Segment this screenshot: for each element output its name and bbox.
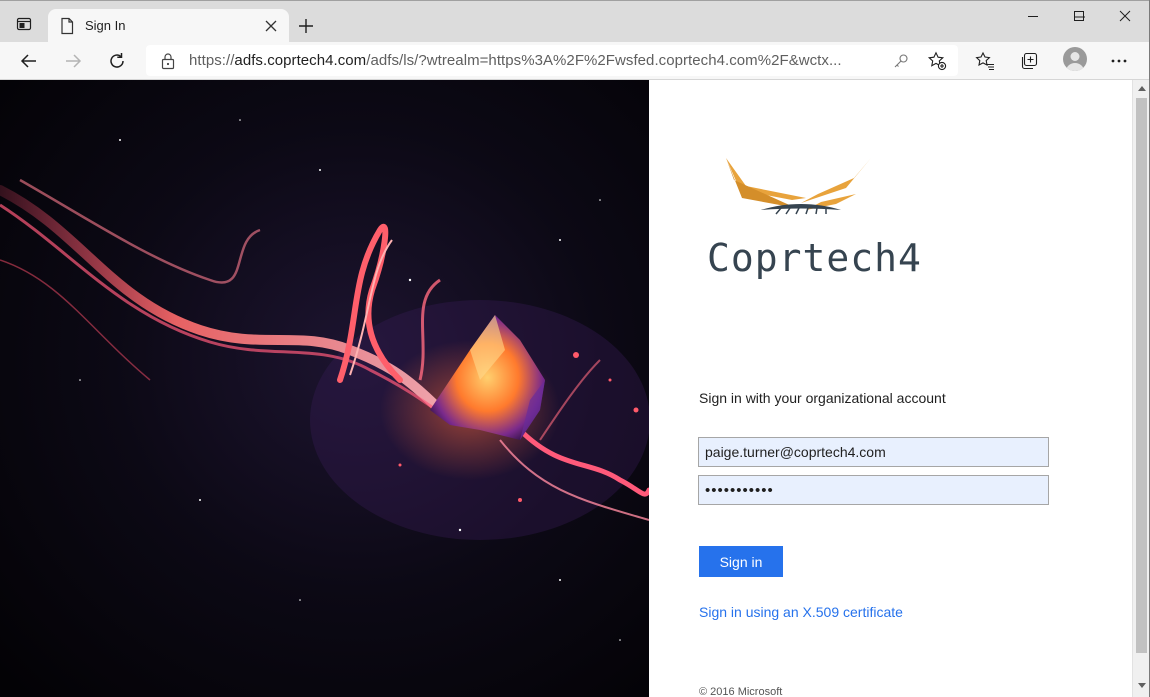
background-illustration bbox=[0, 80, 649, 697]
tab-actions-icon[interactable] bbox=[12, 12, 36, 36]
page-content: Coprtech4 Sign in with your organization… bbox=[0, 80, 1132, 697]
tab-title: Sign In bbox=[85, 18, 126, 33]
key-icon[interactable] bbox=[890, 50, 912, 72]
star-plus-icon[interactable] bbox=[926, 50, 948, 72]
address-bar[interactable]: https://adfs.coprtech4.com/adfs/ls/?wtre… bbox=[146, 45, 958, 76]
sign-in-button[interactable]: Sign in bbox=[699, 546, 783, 577]
browser-toolbar: https://adfs.coprtech4.com/adfs/ls/?wtre… bbox=[0, 42, 1150, 80]
url-path: /adfs/ls/?wtrealm=https%3A%2F%2Fwsfed.co… bbox=[366, 52, 842, 69]
favorites-icon[interactable] bbox=[971, 47, 999, 75]
scroll-up-icon[interactable] bbox=[1133, 80, 1150, 96]
close-window-button[interactable] bbox=[1102, 2, 1148, 30]
back-arrow-icon[interactable] bbox=[15, 47, 43, 75]
profile-avatar[interactable] bbox=[1063, 47, 1087, 71]
scroll-down-icon[interactable] bbox=[1133, 677, 1150, 693]
page-icon bbox=[58, 17, 76, 35]
collections-icon[interactable] bbox=[1015, 47, 1043, 75]
url-scheme: https:// bbox=[189, 52, 235, 69]
close-icon[interactable] bbox=[261, 16, 281, 36]
lock-icon[interactable] bbox=[160, 52, 176, 70]
minimize-button[interactable] bbox=[1010, 2, 1056, 30]
more-icon[interactable] bbox=[1105, 47, 1133, 75]
sign-in-panel: Coprtech4 Sign in with your organization… bbox=[649, 80, 1132, 697]
url-text[interactable]: https://adfs.coprtech4.com/adfs/ls/?wtre… bbox=[189, 52, 842, 69]
forward-arrow-icon[interactable] bbox=[59, 47, 87, 75]
url-host: adfs.coprtech4.com bbox=[234, 52, 367, 69]
sign-in-prompt: Sign in with your organizational account bbox=[699, 390, 946, 406]
vertical-scrollbar[interactable] bbox=[1132, 80, 1150, 697]
maximize-button[interactable] bbox=[1056, 2, 1102, 30]
scroll-thumb[interactable] bbox=[1136, 98, 1147, 653]
email-field[interactable] bbox=[698, 437, 1049, 467]
title-bar: Sign In bbox=[0, 0, 1150, 43]
password-field[interactable] bbox=[698, 475, 1049, 505]
browser-tab[interactable]: Sign In bbox=[48, 9, 289, 43]
refresh-icon[interactable] bbox=[103, 47, 131, 75]
certificate-sign-in-link[interactable]: Sign in using an X.509 certificate bbox=[699, 604, 903, 620]
brand-name: Coprtech4 bbox=[707, 236, 922, 280]
plus-icon[interactable] bbox=[294, 14, 318, 38]
copyright-text: © 2016 Microsoft bbox=[699, 686, 783, 697]
